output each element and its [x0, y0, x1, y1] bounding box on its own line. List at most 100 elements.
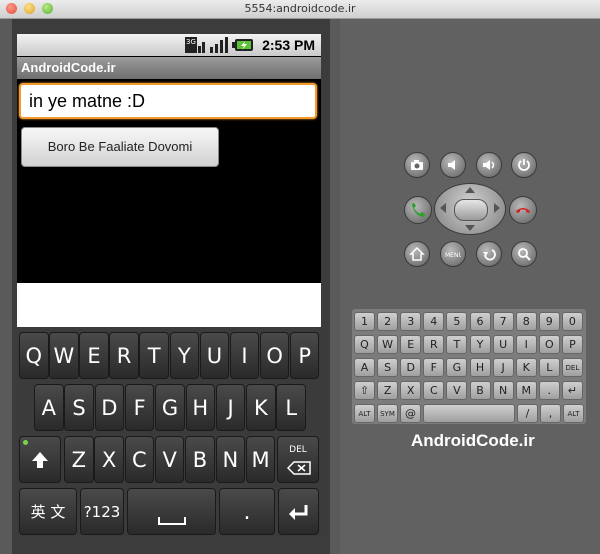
key-q[interactable]: Q	[19, 332, 49, 379]
symbols-key[interactable]: ?123	[80, 488, 124, 535]
key-e[interactable]: E	[79, 332, 109, 379]
hw-at[interactable]: @	[400, 404, 421, 423]
hw-slash[interactable]: /	[517, 404, 538, 423]
dpad[interactable]	[434, 183, 506, 235]
key-e-label: E	[87, 344, 101, 368]
hw-key-p[interactable]: P	[561, 335, 583, 354]
key-w[interactable]: W	[49, 332, 79, 379]
hw-key-g[interactable]: G	[446, 358, 468, 377]
space-key[interactable]	[127, 488, 216, 535]
dpad-down-icon[interactable]	[465, 225, 475, 231]
camera-button[interactable]	[404, 152, 430, 178]
hw-key-row4-7[interactable]: M	[515, 381, 537, 400]
hw-key-e[interactable]: E	[400, 335, 422, 354]
hw-key-s[interactable]: S	[377, 358, 399, 377]
menu-button[interactable]: MENU	[440, 241, 466, 267]
period-key[interactable]: .	[219, 488, 275, 535]
dpad-center-button[interactable]	[454, 199, 488, 221]
language-key-label: 英 文	[30, 503, 66, 521]
dpad-up-icon[interactable]	[465, 187, 475, 193]
hw-key-4[interactable]: 4	[423, 312, 445, 331]
key-u[interactable]: U	[199, 332, 230, 379]
hw-key-8[interactable]: 8	[515, 312, 537, 331]
key-t[interactable]: T	[139, 332, 169, 379]
hw-key-l[interactable]: L	[538, 358, 560, 377]
key-n[interactable]: N	[215, 436, 246, 483]
key-v[interactable]: V	[154, 436, 185, 483]
dpad-right-icon[interactable]	[494, 203, 500, 213]
hw-key-y[interactable]: Y	[469, 335, 491, 354]
home-button[interactable]	[404, 241, 430, 267]
hw-key-o[interactable]: O	[538, 335, 560, 354]
key-r[interactable]: R	[109, 332, 139, 379]
hw-key-q[interactable]: Q	[354, 335, 375, 354]
search-button[interactable]	[511, 241, 537, 267]
hw-key-i[interactable]: I	[515, 335, 537, 354]
key-j[interactable]: J	[215, 384, 246, 431]
hw-alt-left[interactable]: ALT	[354, 404, 375, 423]
hw-key-a[interactable]: A	[354, 358, 375, 377]
hw-key-5[interactable]: 5	[446, 312, 468, 331]
hw-comma[interactable]: ,	[540, 404, 561, 423]
hw-key-row4-9[interactable]: ↵	[561, 381, 583, 400]
key-y[interactable]: Y	[169, 332, 200, 379]
back-button[interactable]	[476, 241, 502, 267]
key-o[interactable]: O	[259, 332, 290, 379]
hw-key-0[interactable]: 0	[561, 312, 583, 331]
enter-key[interactable]	[278, 488, 319, 535]
dpad-left-icon[interactable]	[440, 203, 446, 213]
hw-key-r[interactable]: R	[423, 335, 445, 354]
end-call-button[interactable]	[509, 196, 537, 224]
key-k[interactable]: K	[246, 384, 276, 431]
hw-space[interactable]	[423, 404, 515, 423]
hw-key-k[interactable]: K	[515, 358, 537, 377]
key-m[interactable]: M	[245, 436, 276, 483]
hw-key-9[interactable]: 9	[538, 312, 560, 331]
hw-key-f[interactable]: F	[423, 358, 445, 377]
hw-alt-right[interactable]: ALT	[563, 404, 584, 423]
key-z[interactable]: Z	[64, 436, 94, 483]
key-i[interactable]: I	[229, 332, 260, 379]
power-button[interactable]	[511, 152, 537, 178]
key-d[interactable]: D	[94, 384, 125, 431]
hw-key-row4-4[interactable]: V	[446, 381, 468, 400]
key-f[interactable]: F	[124, 384, 155, 431]
hw-key-7[interactable]: 7	[492, 312, 514, 331]
hw-key-3[interactable]: 3	[400, 312, 422, 331]
hw-key-j[interactable]: J	[492, 358, 514, 377]
hw-key-row4-8[interactable]: .	[538, 381, 560, 400]
key-b[interactable]: B	[185, 436, 215, 483]
text-input[interactable]: in ye matne :D	[19, 83, 317, 119]
hw-key-d[interactable]: D	[400, 358, 422, 377]
language-key[interactable]: 英 文	[19, 488, 77, 535]
volume-down-button[interactable]	[440, 152, 466, 178]
volume-up-button[interactable]	[476, 152, 502, 178]
hw-key-6[interactable]: 6	[469, 312, 491, 331]
key-s[interactable]: S	[64, 384, 94, 431]
hw-key-row4-1[interactable]: Z	[377, 381, 399, 400]
hw-key-t[interactable]: T	[446, 335, 468, 354]
key-g[interactable]: G	[155, 384, 185, 431]
hw-key-w[interactable]: W	[377, 335, 399, 354]
key-h[interactable]: H	[185, 384, 216, 431]
hw-key-row4-5[interactable]: B	[469, 381, 491, 400]
hw-sym[interactable]: SYM	[377, 404, 398, 423]
shift-key[interactable]	[19, 436, 61, 483]
hw-key-del[interactable]: DEL	[561, 358, 583, 377]
hw-key-2[interactable]: 2	[377, 312, 399, 331]
hw-key-row4-3[interactable]: C	[423, 381, 445, 400]
key-a[interactable]: A	[34, 384, 64, 431]
hw-key-u[interactable]: U	[492, 335, 514, 354]
hw-key-row4-0[interactable]: ⇧	[354, 381, 375, 400]
key-p[interactable]: P	[289, 332, 320, 379]
key-x[interactable]: X	[94, 436, 124, 483]
hw-key-row4-2[interactable]: X	[400, 381, 422, 400]
next-activity-button[interactable]: Boro Be Faaliate Dovomi	[21, 127, 219, 167]
hw-key-1[interactable]: 1	[354, 312, 375, 331]
delete-key[interactable]: DEL	[277, 436, 319, 483]
key-c[interactable]: C	[124, 436, 155, 483]
hw-key-row4-6[interactable]: N	[492, 381, 514, 400]
key-l[interactable]: L	[276, 384, 306, 431]
call-button[interactable]	[404, 196, 432, 224]
hw-key-h[interactable]: H	[469, 358, 491, 377]
